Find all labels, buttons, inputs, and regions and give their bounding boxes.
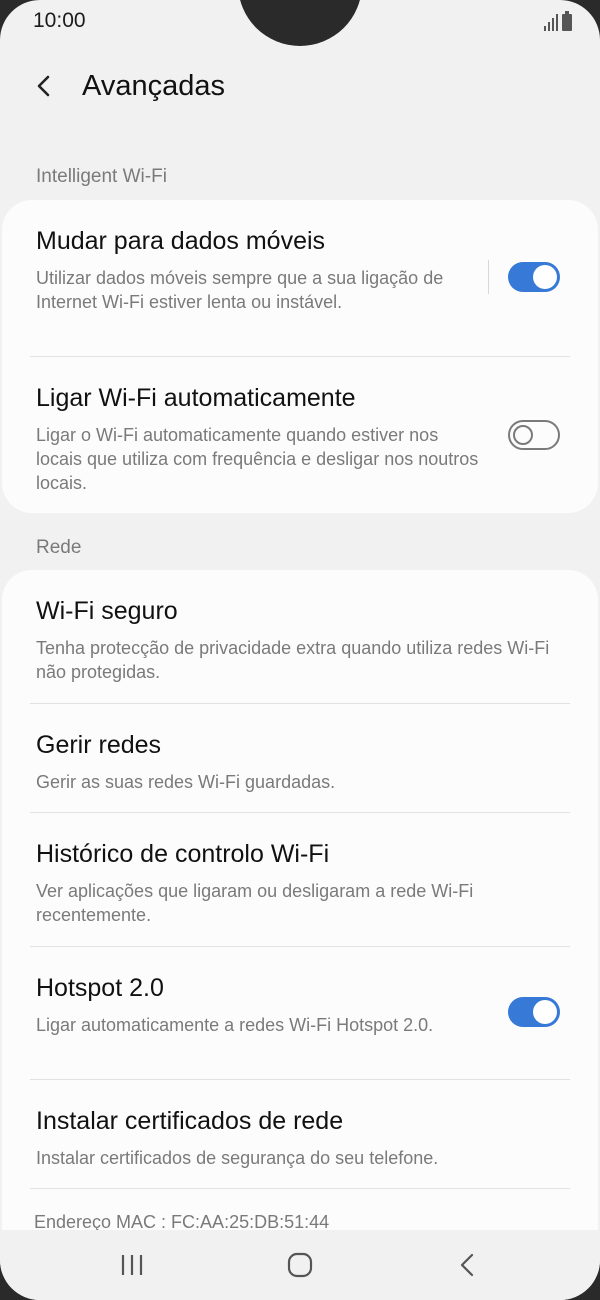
setting-switch-to-mobile-data[interactable]: Mudar para dados móveis Utilizar dados m… xyxy=(36,226,488,314)
divider xyxy=(30,946,570,947)
setting-auto-wifi[interactable]: Ligar Wi-Fi automaticamente Ligar o Wi-F… xyxy=(36,383,488,495)
setting-description: Tenha protecção de privacidade extra qua… xyxy=(36,638,550,682)
setting-title: Gerir redes xyxy=(36,731,162,759)
setting-title: Histórico de controlo Wi-Fi xyxy=(36,840,330,868)
nav-back-icon xyxy=(460,1253,474,1277)
settings-screen: 10:00 Avançadas Intelligent Wi-Fi Mudar … xyxy=(0,0,600,1300)
setting-title: Hotspot 2.0 xyxy=(36,974,164,1002)
recents-icon xyxy=(121,1255,143,1275)
setting-wifi-control-history[interactable]: Histórico de controlo Wi-Fi Ver aplicaçõ… xyxy=(36,839,568,927)
setting-description: Instalar certificados de segurança do se… xyxy=(36,1148,439,1168)
page-title: Avançadas xyxy=(82,70,225,102)
setting-description: Ligar o Wi-Fi automaticamente quando est… xyxy=(36,425,479,493)
auto-wifi-toggle[interactable] xyxy=(508,420,560,450)
section-title-intelligent-wifi: Intelligent Wi-Fi xyxy=(36,166,167,187)
status-bar: 10:00 xyxy=(0,0,600,46)
hotspot-2-toggle[interactable] xyxy=(508,997,560,1027)
divider xyxy=(30,703,570,704)
setting-title: Ligar Wi-Fi automaticamente xyxy=(36,384,356,412)
status-icons xyxy=(544,11,572,31)
mobile-data-toggle[interactable] xyxy=(508,262,560,292)
status-time: 10:00 xyxy=(33,9,86,32)
divider xyxy=(30,1079,570,1080)
setting-install-certificates[interactable]: Instalar certificados de rede Instalar c… xyxy=(36,1106,568,1170)
home-icon xyxy=(287,1252,313,1278)
divider xyxy=(30,356,570,357)
setting-description: Ligar automaticamente a redes Wi-Fi Hots… xyxy=(36,1015,434,1035)
toggle-knob xyxy=(513,425,533,445)
toggle-knob xyxy=(533,265,557,289)
app-header: Avançadas xyxy=(0,60,600,114)
setting-title: Instalar certificados de rede xyxy=(36,1107,344,1135)
setting-description: Ver aplicações que ligaram ou desligaram… xyxy=(36,881,474,925)
toggle-knob xyxy=(533,1000,557,1024)
intelligent-wifi-card: Mudar para dados móveis Utilizar dados m… xyxy=(2,200,598,513)
setting-description: Utilizar dados móveis sempre que a sua l… xyxy=(36,268,444,312)
home-button[interactable] xyxy=(280,1250,320,1280)
rede-card: Wi-Fi seguro Tenha protecção de privacid… xyxy=(2,570,598,1270)
setting-title: Mudar para dados móveis xyxy=(36,227,326,255)
recents-button[interactable] xyxy=(112,1250,152,1280)
setting-description: Gerir as suas redes Wi-Fi guardadas. xyxy=(36,772,336,792)
divider xyxy=(30,1188,570,1189)
setting-secure-wifi[interactable]: Wi-Fi seguro Tenha protecção de privacid… xyxy=(36,596,568,684)
setting-title: Wi-Fi seguro xyxy=(36,597,178,625)
camera-notch xyxy=(238,0,362,46)
chevron-left-icon xyxy=(37,75,50,97)
toggle-separator xyxy=(488,260,489,294)
section-title-rede: Rede xyxy=(36,537,82,558)
nav-back-button[interactable] xyxy=(448,1250,488,1280)
battery-icon xyxy=(562,11,572,31)
back-button[interactable] xyxy=(26,66,66,106)
signal-icon xyxy=(544,13,558,31)
setting-manage-networks[interactable]: Gerir redes Gerir as suas redes Wi-Fi gu… xyxy=(36,730,568,794)
setting-hotspot-2[interactable]: Hotspot 2.0 Ligar automaticamente a rede… xyxy=(36,973,488,1037)
divider xyxy=(30,812,570,813)
navigation-bar xyxy=(0,1230,600,1300)
